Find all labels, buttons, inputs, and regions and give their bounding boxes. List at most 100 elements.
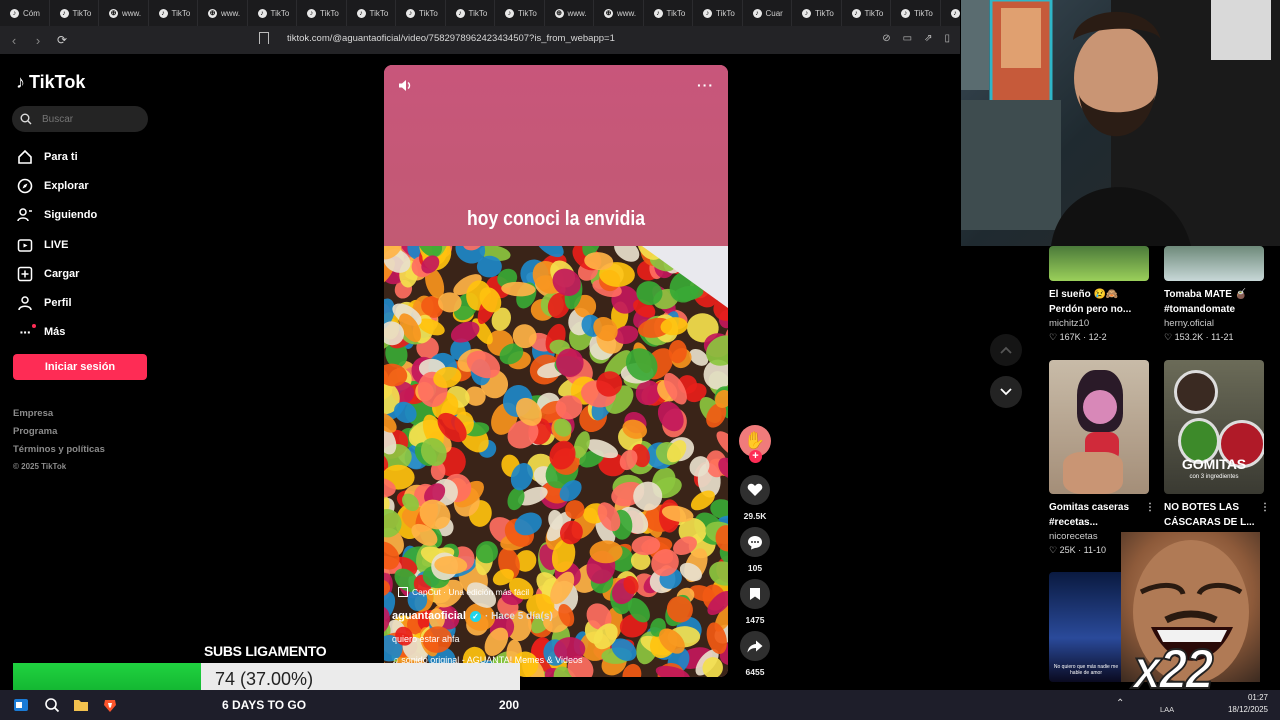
tiktok-icon: ♪ [356,8,366,18]
tab-label: TikTo [369,8,389,18]
streamer-webcam [961,0,1280,246]
browser-tab[interactable]: ⊕ www. [198,0,248,26]
tab-label: TikTo [815,8,834,18]
follow-plus-icon[interactable]: + [749,450,762,463]
sidebar-item-cargar[interactable]: Cargar [16,259,97,288]
brave-browser-icon[interactable] [102,697,118,713]
browser-tab[interactable]: ♪TikTo [644,0,693,26]
video-thumbnail[interactable] [1049,246,1149,281]
card-stats: ♡ 153.2K · 11-21 [1164,332,1234,342]
browser-tab[interactable]: ♪TikTo [792,0,842,26]
verified-icon: ✓ [469,610,481,622]
card-title[interactable]: Tomaba MATE 🧉 #tomandomate [1164,287,1264,317]
video-thumbnail[interactable] [1049,360,1149,494]
tiktok-logo[interactable]: ♪ TikTok [16,72,85,93]
sidebar-icon[interactable]: ▯ [944,33,950,44]
comment-count: 105 [747,563,763,573]
browser-tab[interactable]: ♪TikTo [149,0,198,26]
browser-tab[interactable]: ♪TikTo [842,0,891,26]
next-video-button[interactable] [990,376,1022,408]
search-taskbar-icon[interactable] [44,697,60,713]
browser-tab[interactable]: ⊕ www. [594,0,644,26]
globe-icon: ⊕ [604,8,613,18]
footer-link-empresa[interactable]: Empresa [13,408,105,426]
browser-tab[interactable]: ♪TikTo [248,0,297,26]
tiktok-icon: ♪ [752,8,762,18]
chevron-up-tray-icon[interactable]: ⌃ [1116,698,1132,714]
capcut-label: CapCut · Una edición más fácil [412,587,530,597]
no-tracking-icon[interactable]: ⊘ [882,33,890,44]
card-author[interactable]: michitz10 [1049,318,1149,329]
search-icon [20,113,32,125]
file-explorer-icon[interactable] [73,697,89,713]
share-page-icon[interactable]: ⇗ [924,33,932,44]
login-button[interactable]: Iniciar sesión [13,354,147,380]
card-title[interactable]: El sueño 😢🙈 Perdón pero no... [1049,287,1149,317]
browser-tab[interactable]: ♪TikTo [495,0,545,26]
browser-tab[interactable]: ♪TikTo [50,0,99,26]
address-bar[interactable]: tiktok.com/@aguantaoficial/video/7582978… [287,33,615,44]
search-box[interactable] [12,106,148,132]
browser-tab[interactable]: ♪ Cuar [743,0,792,26]
video-thumbnail[interactable]: GOMITAS con 3 ingredientes [1164,360,1264,494]
browser-tab[interactable]: ♪TikTo [891,0,941,26]
more-options-icon[interactable]: ··· [697,77,714,93]
video-author[interactable]: aguantaoficial ✓ · Hace 5 día(s) [392,610,553,622]
sidebar-menu: Para ti Explorar Siguiendo LIVE Cargar P… [16,142,97,347]
footer-link-terminos[interactable]: Términos y políticas [13,444,105,462]
author-name[interactable]: aguantaoficial [392,610,466,622]
creator-avatar[interactable]: ✋ + [739,425,771,463]
search-input[interactable] [40,112,144,126]
keyboard-language[interactable]: LAA [1160,705,1174,714]
comment-button[interactable]: 105 [740,527,770,573]
outlook-icon[interactable] [13,697,29,713]
card-title[interactable]: Gomitas caseras #recetas... ⋮ [1049,500,1155,530]
related-video-card[interactable]: GOMITAS con 3 ingredientes NO BOTES LAS C… [1164,360,1270,530]
sidebar-item-perfil[interactable]: Perfil [16,288,97,317]
browser-tab[interactable]: ♪TikTo [693,0,743,26]
save-button[interactable]: 1475 [740,579,770,625]
volume-icon[interactable] [398,79,412,97]
browser-tab[interactable]: ♪TikTo [446,0,495,26]
browser-tab[interactable]: ♪TikTo [297,0,347,26]
related-video-card[interactable]: Tomaba MATE 🧉 #tomandomate herny.oficial … [1164,246,1264,343]
card-title[interactable]: NO BOTES LAS CÁSCARAS DE L... ⋮ [1164,500,1270,530]
back-button[interactable]: ‹ [4,33,24,48]
share-button[interactable]: 6455 [740,631,770,677]
like-button[interactable]: 29.5K [740,475,770,521]
tab-label: www. [617,8,637,18]
related-video-card[interactable]: El sueño 😢🙈 Perdón pero no... michitz10 ♡… [1049,246,1149,343]
reload-button[interactable]: ⟳ [52,33,72,47]
sidebar-item-mas[interactable]: ··· Más [16,318,97,347]
video-player[interactable]: hoy conoci la envidia ··· CapCut · Una e… [384,65,728,677]
browser-tab[interactable]: ♪TikTo [941,0,961,26]
related-video-card[interactable]: Gomitas caseras #recetas... ⋮ nicorecetas … [1049,360,1155,556]
sidebar-item-label: Explorar [44,179,89,192]
bookmark-icon[interactable] [259,32,269,44]
windows-taskbar [0,690,1280,720]
footer-link-programa[interactable]: Programa [13,426,105,444]
forward-button[interactable]: › [28,33,48,48]
tab-label: TikTo [666,8,686,18]
capcut-badge[interactable]: CapCut · Una edición más fácil [398,587,529,597]
tiktok-icon: ♪ [158,8,168,18]
browser-tab[interactable]: ♪ Cóm [0,0,50,26]
sidebar-item-para-ti[interactable]: Para ti [16,142,97,171]
previous-video-button[interactable] [990,334,1022,366]
more-vertical-icon: ⋮ [1260,502,1270,513]
video-thumbnail[interactable] [1164,246,1264,281]
browser-tab-strip: ♪ Cóm ♪ TikTo ⊕ www. ♪ TikTo ⊕ www. ♪ TikTo ♪ TikTo ♪ T… [0,0,960,26]
sidebar-item-siguiendo[interactable]: Siguiendo [16,201,97,230]
sidebar-item-explorar[interactable]: Explorar [16,171,97,200]
browser-tab[interactable]: ♪TikTo [396,0,446,26]
system-clock[interactable]: 01:27 18/12/2025 [1228,692,1268,716]
cast-icon[interactable]: ▭ [903,33,912,44]
footer-links: Empresa Programa Términos y políticas © … [13,408,105,480]
clock-time: 01:27 [1247,693,1268,702]
browser-tab[interactable]: ♪TikTo [347,0,396,26]
card-author[interactable]: herny.oficial [1164,318,1264,329]
browser-tab[interactable]: ⊕ www. [545,0,594,26]
share-icon [747,640,763,652]
sidebar-item-live[interactable]: LIVE [16,230,97,259]
browser-tab[interactable]: ⊕ www. [99,0,149,26]
